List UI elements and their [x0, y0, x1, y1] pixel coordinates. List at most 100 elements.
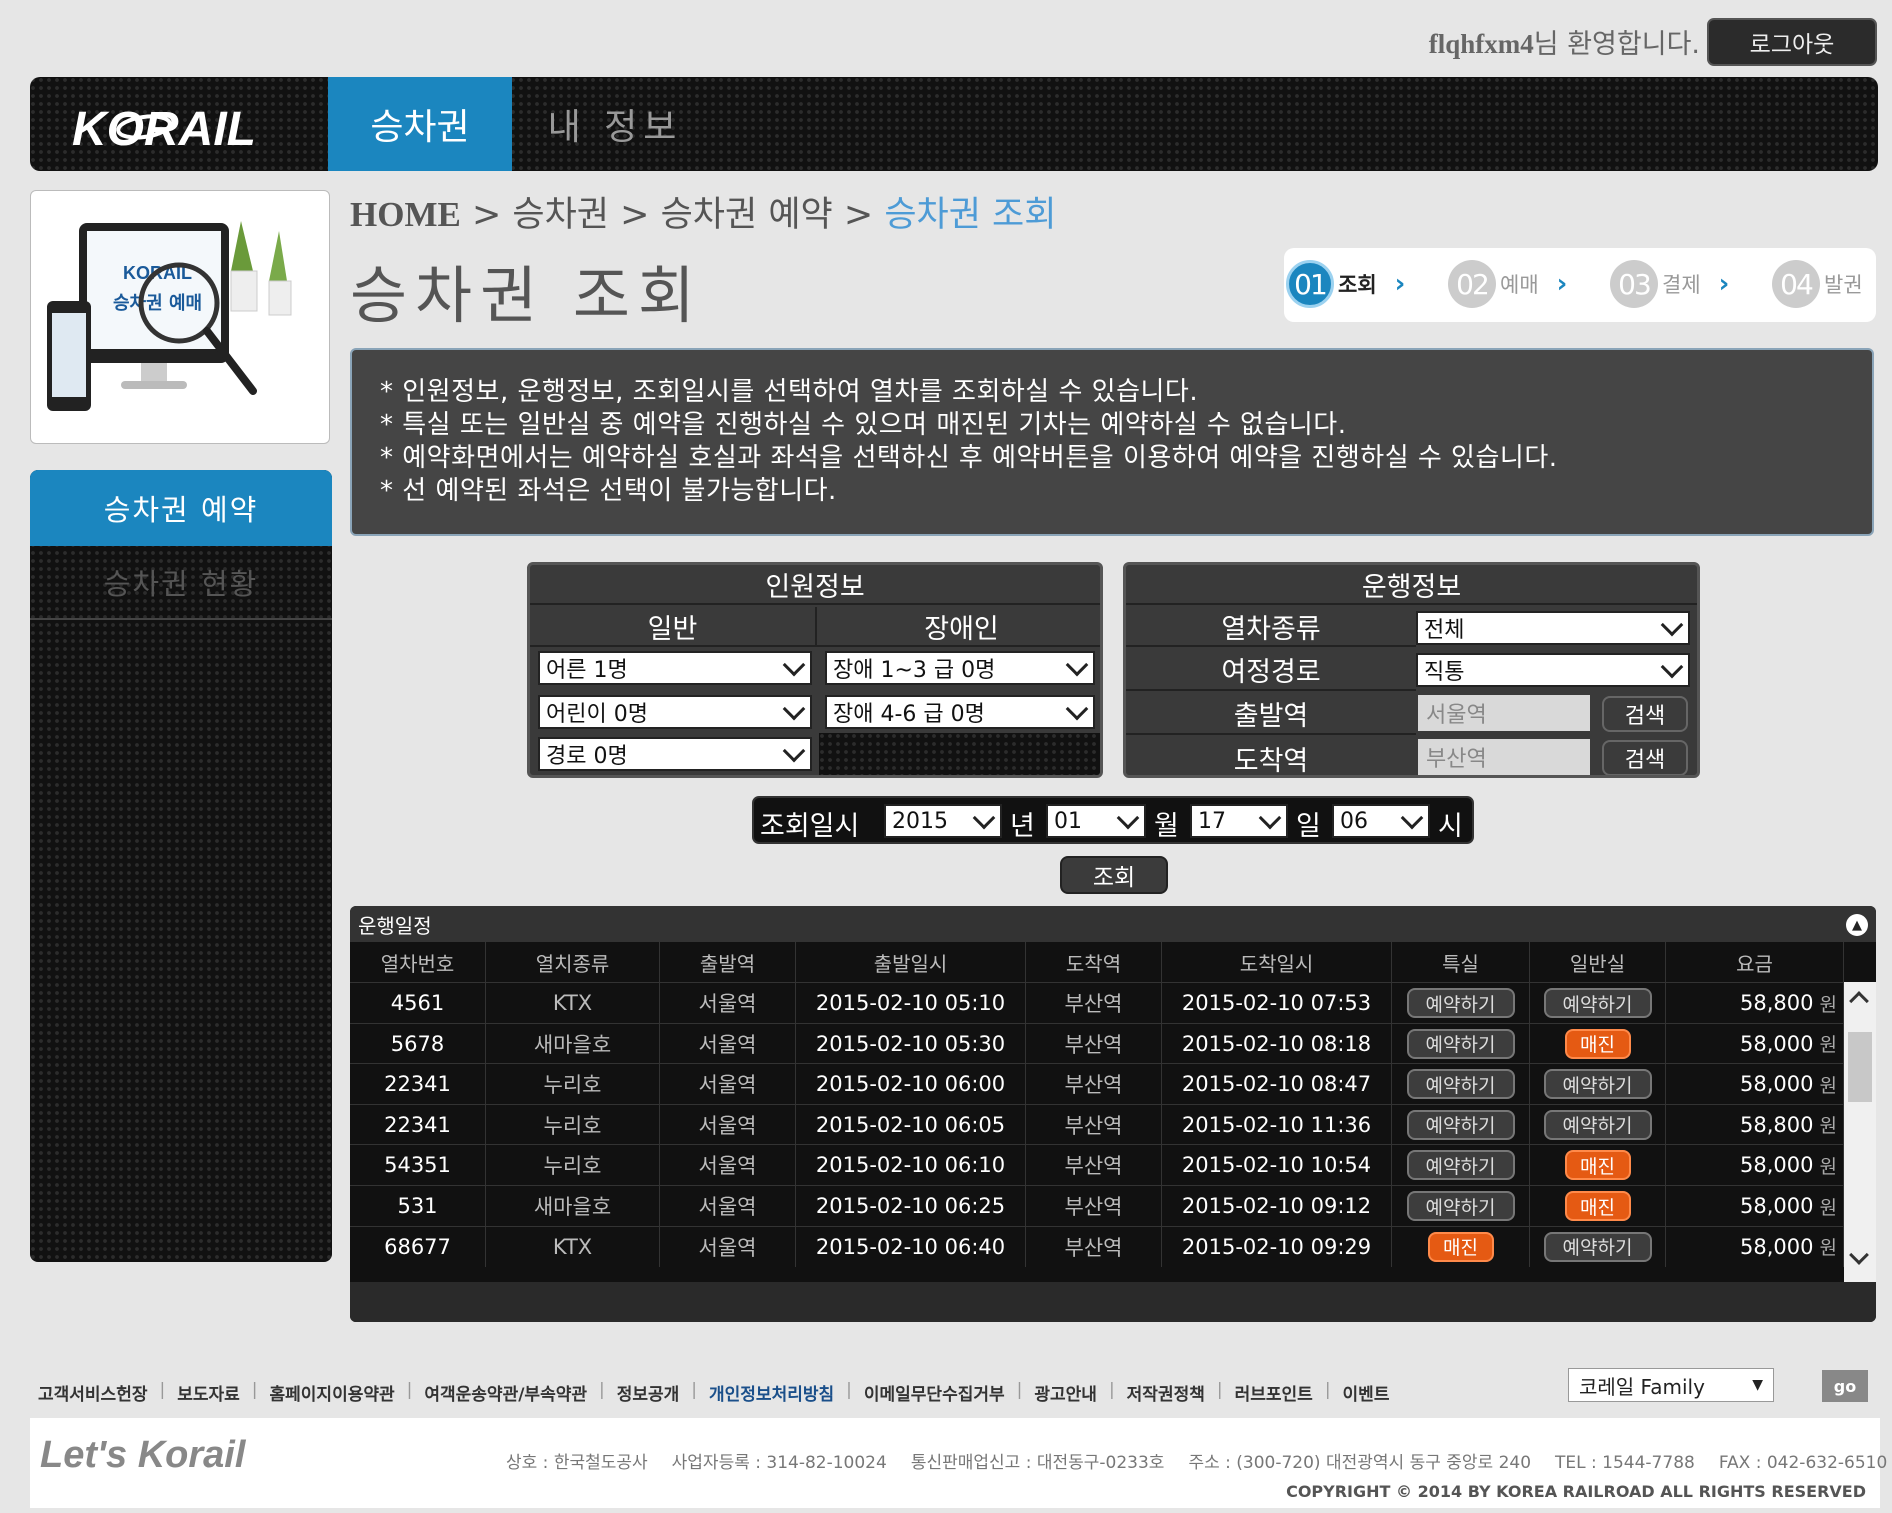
general-class-cell: 예약하기 [1530, 1064, 1666, 1105]
chevron-down-icon [1258, 806, 1282, 830]
special-class-reserve-button[interactable]: 예약하기 [1406, 1150, 1515, 1181]
footer-link[interactable]: 이메일무단수집거부 [864, 1380, 1005, 1405]
train-number: 4561 [350, 983, 486, 1023]
departure-search-button[interactable]: 검색 [1602, 696, 1688, 732]
scroll-thumb[interactable] [1848, 1032, 1872, 1102]
special-class-reserve-button[interactable]: 예약하기 [1406, 1069, 1515, 1100]
chevron-down-icon [1400, 806, 1424, 830]
collapse-up-icon[interactable]: ▲ [1846, 914, 1868, 936]
step-label: 발권 [1824, 273, 1863, 297]
family-site-select[interactable]: 코레일 Family ▼ [1568, 1368, 1774, 1402]
day-select[interactable]: 17 [1190, 804, 1288, 838]
chevron-right-icon: › [1394, 269, 1406, 299]
nav-ticket[interactable]: 승차권 [328, 77, 512, 171]
breadcrumb-reservation[interactable]: 승차권 예약 [661, 195, 833, 235]
departure-station: 서울역 [660, 1145, 796, 1186]
special-class-cell: 예약하기 [1392, 1186, 1530, 1226]
departure-time: 2015-02-10 06:40 [796, 1226, 1026, 1267]
footer-link[interactable]: 광고안내 [1034, 1380, 1097, 1405]
hour-value: 06 [1340, 808, 1368, 834]
scroll-down-icon[interactable] [1849, 1245, 1869, 1265]
child-select[interactable]: 어린이 0명 [538, 695, 812, 729]
departure-label: 출발역 [1126, 693, 1416, 735]
footer-link[interactable]: 개인정보처리방침 [709, 1380, 834, 1405]
fare-value: 58,000 [1740, 1194, 1814, 1218]
disabled-grade13-value: 장애 1~3 급 0명 [833, 658, 996, 683]
footer-link-divider: | [598, 1380, 605, 1400]
general-class-reserve-button[interactable]: 예약하기 [1543, 1109, 1652, 1140]
search-button[interactable]: 조회 [1060, 856, 1168, 894]
adult-select[interactable]: 어른 1명 [538, 651, 812, 685]
chevron-down-icon [1065, 653, 1089, 677]
arrival-station: 부산역 [1026, 983, 1162, 1023]
chevron-down-icon [1065, 697, 1089, 721]
breadcrumb-ticket[interactable]: 승차권 [512, 195, 609, 235]
train-type: 새마을호 [486, 1186, 660, 1226]
footer-link[interactable]: 보도자료 [177, 1380, 240, 1405]
arrival-station: 부산역 [1026, 1226, 1162, 1267]
special-class-reserve-button[interactable]: 예약하기 [1406, 1109, 1515, 1140]
breadcrumb-home[interactable]: HOME [350, 195, 461, 234]
arrival-station: 부산역 [1026, 1064, 1162, 1105]
footer-link[interactable]: 고객서비스헌장 [38, 1380, 147, 1405]
footer-link[interactable]: 이벤트 [1343, 1380, 1390, 1405]
disabled-grade46-select[interactable]: 장애 4-6 급 0명 [825, 695, 1095, 729]
train-type: 누리호 [486, 1064, 660, 1105]
korail-logo[interactable]: KORAIL [72, 97, 322, 156]
footer-link[interactable]: 정보공개 [617, 1380, 680, 1405]
hour-select[interactable]: 06 [1332, 804, 1430, 838]
fare-value: 58,000 [1740, 1234, 1814, 1259]
year-select[interactable]: 2015 [884, 804, 1002, 838]
general-class-reserve-button[interactable]: 예약하기 [1543, 988, 1652, 1018]
arrival-station: 부산역 [1026, 1186, 1162, 1226]
route-path-value: 직통 [1424, 660, 1465, 685]
general-class-reserve-button[interactable]: 예약하기 [1543, 1231, 1652, 1262]
company-info-item: 상호 : 한국철도공사 [506, 1453, 648, 1473]
column-header: 특실 [1392, 942, 1530, 982]
arrival-station: 부산역 [1026, 1023, 1162, 1064]
fare-cell: 58,000 원 [1666, 1226, 1844, 1267]
sidebar-item-status[interactable]: 승차권 현황 [30, 546, 332, 620]
special-class-reserve-button[interactable]: 예약하기 [1406, 1191, 1515, 1221]
special-class-reserve-button[interactable]: 예약하기 [1406, 1028, 1515, 1059]
column-header: 도착역 [1026, 942, 1162, 982]
arrival-search-button[interactable]: 검색 [1602, 740, 1688, 775]
footer-link[interactable]: 여객운송약관/부속약관 [424, 1380, 587, 1405]
nav-my-info[interactable]: 내 정보 [530, 77, 700, 171]
go-button[interactable]: go [1822, 1370, 1868, 1402]
welcome-suffix: 님 환영합니다. [1533, 29, 1700, 60]
step-number: 04 [1772, 260, 1820, 308]
general-class-cell: 예약하기 [1530, 1104, 1666, 1145]
train-number: 22341 [350, 1104, 486, 1145]
train-type-select[interactable]: 전체 [1416, 611, 1690, 645]
footer-link[interactable]: 홈페이지이용약관 [270, 1380, 395, 1405]
footer-link-divider: | [251, 1380, 258, 1400]
table-scrollbar[interactable] [1844, 982, 1876, 1282]
arrival-input[interactable]: 부산역 [1418, 739, 1590, 775]
month-select[interactable]: 01 [1046, 804, 1146, 838]
general-class-reserve-button[interactable]: 예약하기 [1543, 1069, 1652, 1100]
step-label: 예매 [1500, 273, 1539, 297]
footer-link[interactable]: 저작권정책 [1127, 1380, 1205, 1405]
sidebar: 승차권 예약 승차권 현황 [30, 470, 332, 1262]
route-path-select[interactable]: 직통 [1416, 653, 1690, 687]
column-header: 출발역 [660, 942, 796, 982]
arrival-time: 2015-02-10 09:29 [1162, 1226, 1392, 1267]
general-class-cell: 매진 [1530, 1145, 1666, 1186]
step-number: 03 [1610, 260, 1658, 308]
general-class-soldout-badge: 매진 [1564, 1028, 1631, 1059]
departure-input[interactable]: 서울역 [1418, 695, 1590, 731]
senior-select[interactable]: 경로 0명 [538, 737, 812, 771]
scroll-up-icon[interactable] [1849, 991, 1869, 1011]
disabled-grade13-select[interactable]: 장애 1~3 급 0명 [825, 651, 1095, 685]
special-class-reserve-button[interactable]: 예약하기 [1406, 988, 1515, 1018]
footer-link[interactable]: 러브포인트 [1235, 1380, 1313, 1405]
sidebar-item-reservation[interactable]: 승차권 예약 [30, 470, 332, 546]
table-row: 68677 KTX 서울역 2015-02-10 06:40 부산역 2015-02-10… [350, 1225, 1844, 1267]
table-row: 531 새마을호 서울역 2015-02-10 06:25 부산역 2015-02-10 … [350, 1185, 1844, 1226]
schedule-table: 운행일정 ▲ 열차번호 열치종류 출발역 출발일시 도착역 도착일시 특실 일반실 요금 456… [350, 906, 1876, 1322]
step-label: 결제 [1662, 273, 1701, 297]
arrival-time: 2015-02-10 09:12 [1162, 1186, 1392, 1226]
step-payment: 03 결제 › [1610, 260, 1729, 308]
logout-button[interactable]: 로그아웃 [1707, 18, 1877, 66]
